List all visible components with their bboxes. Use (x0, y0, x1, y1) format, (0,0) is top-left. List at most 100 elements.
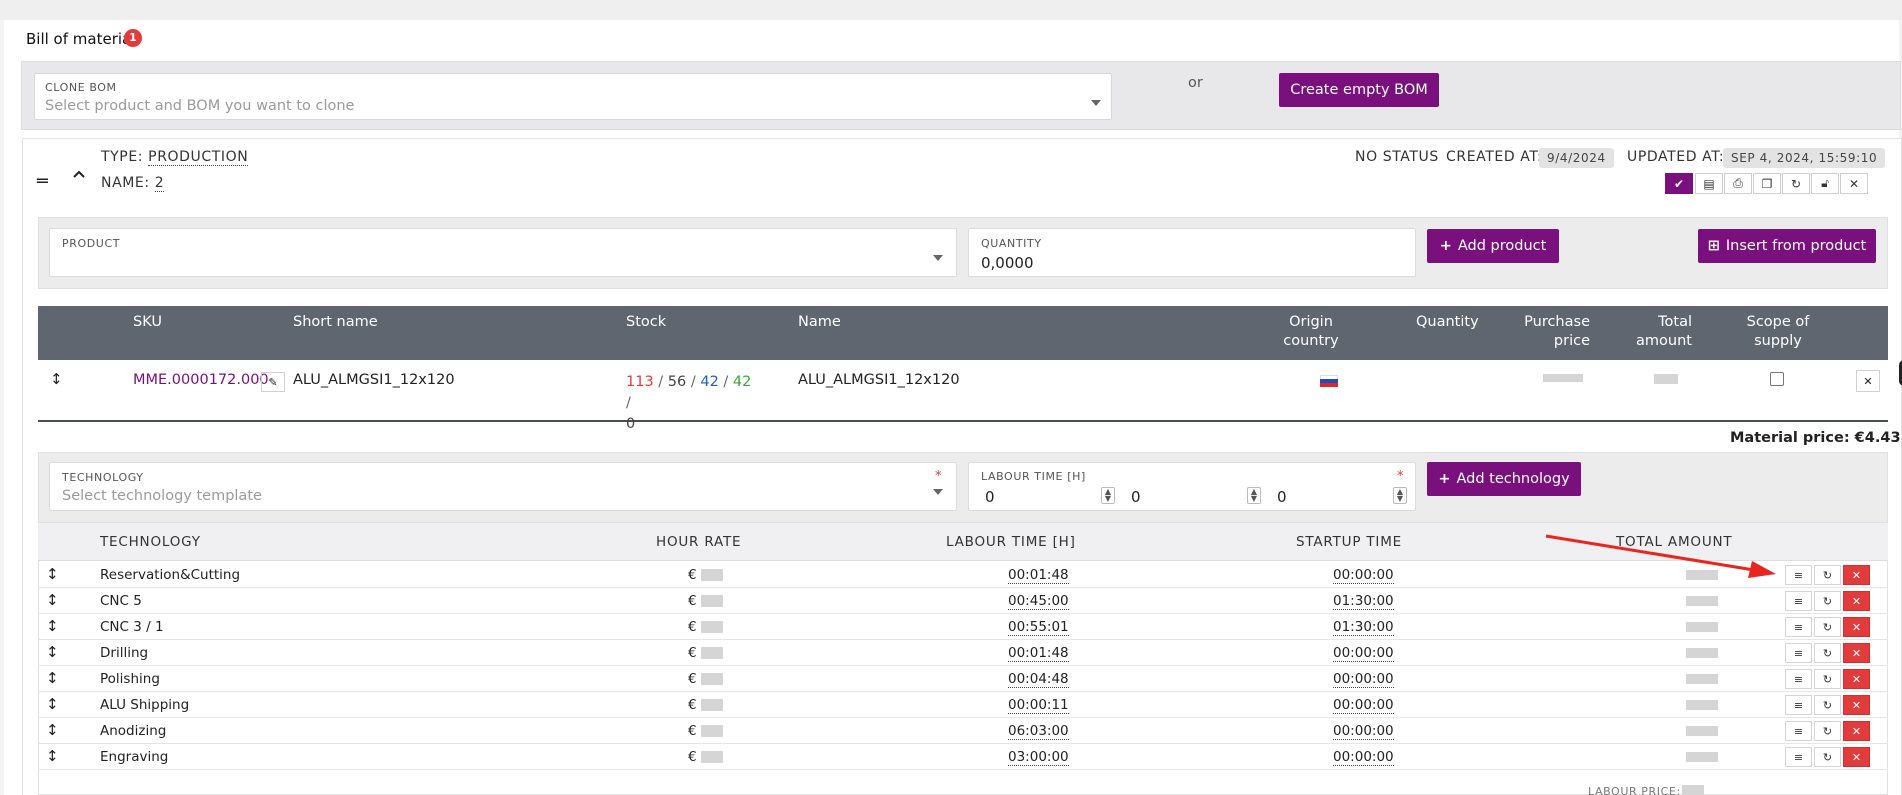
delete-icon[interactable]: ✕ (1843, 695, 1870, 715)
labour-seconds-input[interactable]: 0 (1277, 488, 1287, 506)
col-technology[interactable]: TECHNOLOGY (100, 534, 201, 550)
create-empty-bom-button[interactable]: Create empty BOM (1279, 73, 1439, 107)
labour-time-value[interactable]: 00:55:01 (1008, 619, 1069, 636)
labour-minutes-input[interactable]: 0 (1131, 488, 1141, 506)
startup-time-value[interactable]: 00:00:00 (1333, 723, 1394, 740)
labour-time-value[interactable]: 00:01:48 (1008, 567, 1069, 584)
col-name[interactable]: Name (798, 314, 841, 330)
col-scope-of-supply[interactable]: Scope of supply (1738, 314, 1818, 349)
delete-icon[interactable]: ✕ (1843, 591, 1870, 611)
drag-vertical-icon[interactable]: ↕ (46, 591, 59, 609)
delete-icon[interactable]: ✕ (1843, 565, 1870, 585)
drag-vertical-icon[interactable]: ↕ (46, 565, 59, 583)
currency-symbol: € (688, 619, 697, 635)
print-icon[interactable]: ⎙ (1724, 173, 1752, 194)
scope-of-supply-checkbox[interactable] (1770, 372, 1784, 386)
total-amount-value (1686, 752, 1718, 762)
refresh-icon[interactable]: ↻ (1814, 669, 1841, 689)
refresh-icon[interactable]: ↻ (1814, 617, 1841, 637)
labour-time-value[interactable]: 00:04:48 (1008, 671, 1069, 688)
name-value[interactable]: 2 (154, 175, 165, 192)
delete-icon[interactable]: ✕ (1843, 643, 1870, 663)
col-purchase-price[interactable]: Purchase price (1508, 314, 1590, 349)
startup-time-value[interactable]: 01:30:00 (1333, 619, 1394, 636)
details-icon[interactable]: ≡ (1785, 747, 1812, 767)
startup-time-value[interactable]: 00:00:00 (1333, 749, 1394, 766)
col-labour-time[interactable]: LABOUR TIME [H] (946, 534, 1076, 550)
delete-icon[interactable]: ✕ (1843, 669, 1870, 689)
bom-name: NAME: 2 (101, 175, 165, 192)
add-product-button[interactable]: + Add product (1427, 229, 1559, 263)
insert-from-product-button[interactable]: ⊞ Insert from product (1698, 229, 1876, 263)
seconds-stepper-icon[interactable]: ▲ ▼ (1393, 487, 1407, 504)
col-total-amount[interactable]: Total amount (1618, 314, 1692, 349)
startup-time-value[interactable]: 00:00:00 (1333, 671, 1394, 688)
minutes-stepper-icon[interactable]: ▲ ▼ (1247, 487, 1261, 504)
details-icon[interactable]: ≡ (1785, 669, 1812, 689)
hours-stepper-icon[interactable]: ▲ ▼ (1101, 487, 1115, 504)
refresh-icon[interactable]: ↻ (1814, 721, 1841, 741)
chevron-up-icon[interactable] (72, 166, 86, 185)
details-icon[interactable]: ≡ (1785, 643, 1812, 663)
check-icon[interactable]: ✔ (1665, 173, 1693, 194)
labour-hours-input[interactable]: 0 (985, 488, 995, 506)
lock-icon[interactable]: 🔓︎ (1811, 173, 1839, 194)
drag-vertical-icon[interactable]: ↕ (50, 370, 63, 388)
col-stock[interactable]: Stock (626, 314, 666, 330)
labour-time-value[interactable]: 00:01:48 (1008, 645, 1069, 662)
edit-icon[interactable]: ✎ (261, 372, 285, 392)
startup-time-value[interactable]: 01:30:00 (1333, 593, 1394, 610)
add-technology-button[interactable]: + Add technology (1427, 462, 1581, 496)
remove-product-icon[interactable]: ✕ (1856, 370, 1880, 392)
labour-time-value[interactable]: 06:03:00 (1008, 723, 1069, 740)
product-label: PRODUCT (62, 237, 121, 250)
close-icon[interactable]: ✕ (1840, 173, 1868, 194)
drag-vertical-icon[interactable]: ↕ (46, 721, 59, 739)
hour-rate-value: € (688, 749, 723, 765)
type-value[interactable]: PRODUCTION (148, 149, 249, 166)
chevron-down-icon (1091, 100, 1101, 106)
drag-vertical-icon[interactable]: ↕ (46, 643, 59, 661)
copy-icon[interactable]: ❐ (1753, 173, 1781, 194)
labour-time-value[interactable]: 00:45:00 (1008, 593, 1069, 610)
col-sku[interactable]: SKU (133, 314, 162, 330)
details-icon[interactable]: ≡ (1785, 695, 1812, 715)
clone-bom-select[interactable]: CLONE BOM Select product and BOM you wan… (34, 73, 1112, 120)
drag-handle-icon[interactable]: ═ (37, 171, 48, 192)
col-hour-rate[interactable]: HOUR RATE (656, 534, 741, 550)
drag-vertical-icon[interactable]: ↕ (46, 747, 59, 765)
quantity-field[interactable]: QUANTITY 0,0000 (968, 228, 1416, 277)
labour-time-value[interactable]: 00:00:11 (1008, 697, 1069, 714)
startup-time-value[interactable]: 00:00:00 (1333, 645, 1394, 662)
col-short-name[interactable]: Short name (293, 314, 378, 330)
currency-symbol: € (688, 645, 697, 661)
refresh-icon[interactable]: ↻ (1814, 695, 1841, 715)
technology-row: ↕ CNC 3 / 1 €00:55:01 01:30:00 ≡ ↻ ✕ (38, 614, 1888, 640)
delete-icon[interactable]: ✕ (1843, 721, 1870, 741)
col-startup-time[interactable]: STARTUP TIME (1296, 534, 1402, 550)
refresh-icon[interactable]: ↻ (1814, 565, 1841, 585)
col-quantity[interactable]: Quantity (1416, 314, 1479, 330)
product-select[interactable]: PRODUCT (49, 228, 957, 277)
stock-value: 56 (667, 374, 687, 390)
calculator-icon[interactable]: ▤ (1695, 173, 1723, 194)
startup-time-value[interactable]: 00:00:00 (1333, 697, 1394, 714)
refresh-icon[interactable]: ↻ (1782, 173, 1810, 194)
product-sku-link[interactable]: MME.0000172.000 (133, 372, 269, 388)
refresh-icon[interactable]: ↻ (1814, 591, 1841, 611)
delete-icon[interactable]: ✕ (1843, 617, 1870, 637)
details-icon[interactable]: ≡ (1785, 591, 1812, 611)
col-origin-country[interactable]: Origin country (1276, 314, 1346, 349)
refresh-icon[interactable]: ↻ (1814, 747, 1841, 767)
labour-time-field[interactable]: LABOUR TIME [H] 0 ▲ ▼ 0 ▲ ▼ 0 ▲ ▼ * (968, 462, 1416, 511)
details-icon[interactable]: ≡ (1785, 721, 1812, 741)
drag-vertical-icon[interactable]: ↕ (46, 617, 59, 635)
drag-vertical-icon[interactable]: ↕ (46, 695, 59, 713)
labour-time-value[interactable]: 03:00:00 (1008, 749, 1069, 766)
drag-vertical-icon[interactable]: ↕ (46, 669, 59, 687)
details-icon[interactable]: ≡ (1785, 617, 1812, 637)
startup-time-value[interactable]: 00:00:00 (1333, 567, 1394, 584)
technology-select[interactable]: TECHNOLOGY Select technology template * (49, 462, 957, 511)
refresh-icon[interactable]: ↻ (1814, 643, 1841, 663)
delete-icon[interactable]: ✕ (1843, 747, 1870, 767)
